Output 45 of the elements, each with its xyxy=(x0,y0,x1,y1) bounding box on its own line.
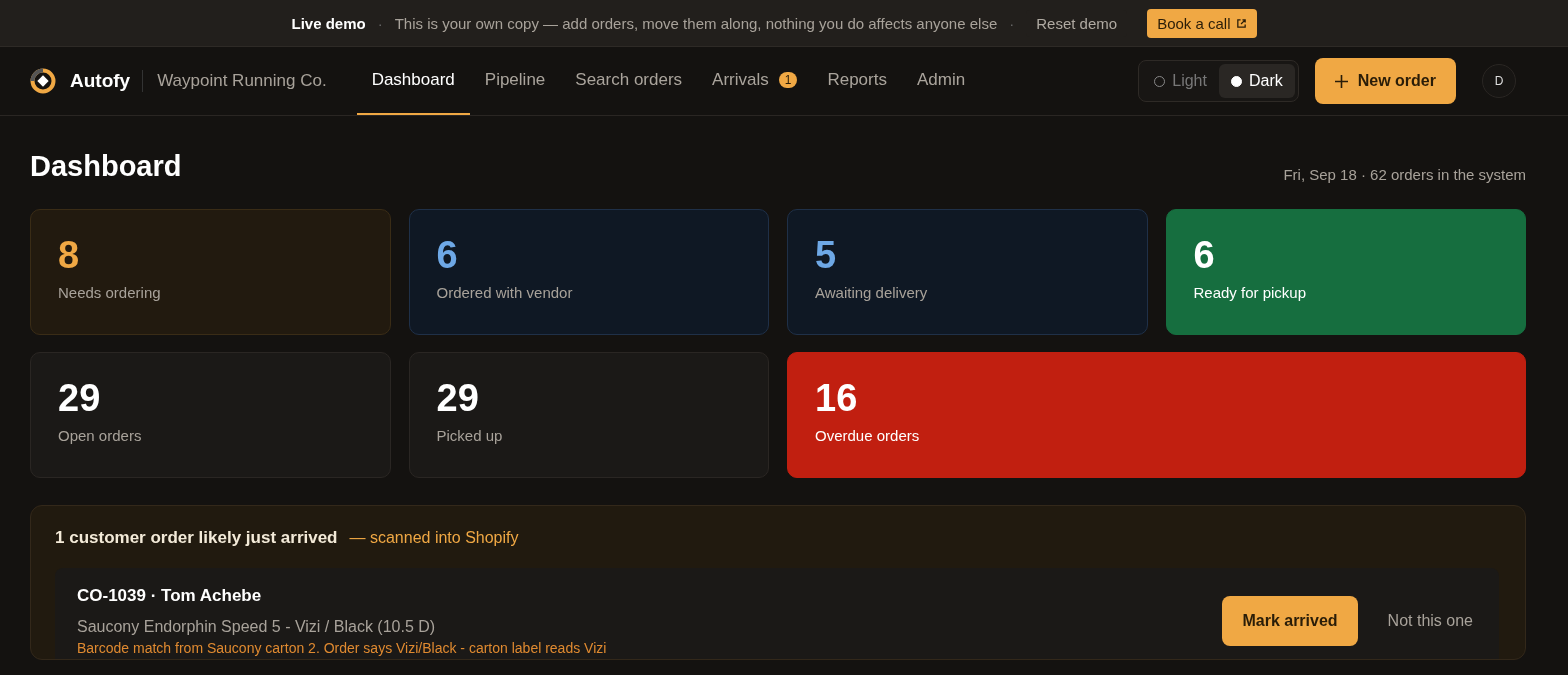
stat-label: Open orders xyxy=(58,427,143,444)
stat-value: 6 xyxy=(1193,234,1216,276)
nav-tab[interactable]: Search orders xyxy=(560,47,698,115)
nav-tab[interactable]: Admin xyxy=(901,47,981,115)
mark-arrived-button[interactable]: Mark arrived xyxy=(1222,596,1358,646)
plus-icon xyxy=(1334,74,1348,88)
stat-label: Ordered with vendor xyxy=(436,284,574,301)
nav-tab[interactable]: Dashboard xyxy=(356,47,470,115)
brand-name: Autofy xyxy=(70,70,144,92)
user-avatar[interactable]: D xyxy=(1482,64,1516,98)
stat-value: 29 xyxy=(436,377,480,419)
stat-value: 6 xyxy=(436,234,459,276)
demo-label: Live demo xyxy=(291,14,366,32)
stat-label: Ready for pickup xyxy=(1193,284,1308,301)
arrivals-title: 1 customer order likely just arrived xyxy=(55,528,338,548)
stat-value: 16 xyxy=(815,377,859,419)
stat-value: 5 xyxy=(815,234,838,276)
stat-label: Needs ordering xyxy=(58,284,162,301)
stat-label: Picked up xyxy=(436,427,504,444)
dismiss-button[interactable]: Not this one xyxy=(1381,611,1479,631)
match-note: Barcode match from Saucony carton 2. Order says Vizi/Black - carton label reads Vizi xyxy=(77,640,607,656)
separator-dot: · xyxy=(1009,14,1015,32)
stat-label: Overdue orders xyxy=(815,427,921,444)
radio-dot-icon xyxy=(1230,75,1242,87)
logo-icon xyxy=(30,68,56,94)
theme-option[interactable]: Light xyxy=(1142,64,1219,98)
stat-label: Awaiting delivery xyxy=(815,284,929,301)
demo-message: This is your own copy — add orders, move them along, nothing you do affects anyone else xyxy=(394,14,998,32)
nav-tab[interactable]: Reports xyxy=(812,47,902,115)
book-call-button[interactable]: Book a call xyxy=(1147,8,1257,38)
new-order-button[interactable]: New order xyxy=(1314,58,1456,104)
external-link-icon xyxy=(1235,17,1247,29)
page-title: Dashboard xyxy=(30,150,182,183)
stat-value: 29 xyxy=(58,377,102,419)
nav-tab[interactable]: Pipeline xyxy=(469,47,561,115)
store-name: Waypoint Running Co. xyxy=(157,71,327,91)
arrivals-note: — scanned into Shopify xyxy=(349,529,519,547)
nav-tab[interactable]: Arrivals 1 xyxy=(697,47,813,115)
order-item: Saucony Endorphin Speed 5 - Vizi / Black (10.5 D) xyxy=(77,618,437,636)
separator-dot: · xyxy=(377,14,383,32)
stat-value: 8 xyxy=(58,234,81,276)
order-title: CO-1039 · Tom Achebe xyxy=(77,586,263,606)
count-badge: 1 xyxy=(778,72,798,88)
page-subtitle: Fri, Sep 18 · 62 orders in the system xyxy=(1283,166,1526,183)
theme-option[interactable]: Dark xyxy=(1218,64,1295,98)
